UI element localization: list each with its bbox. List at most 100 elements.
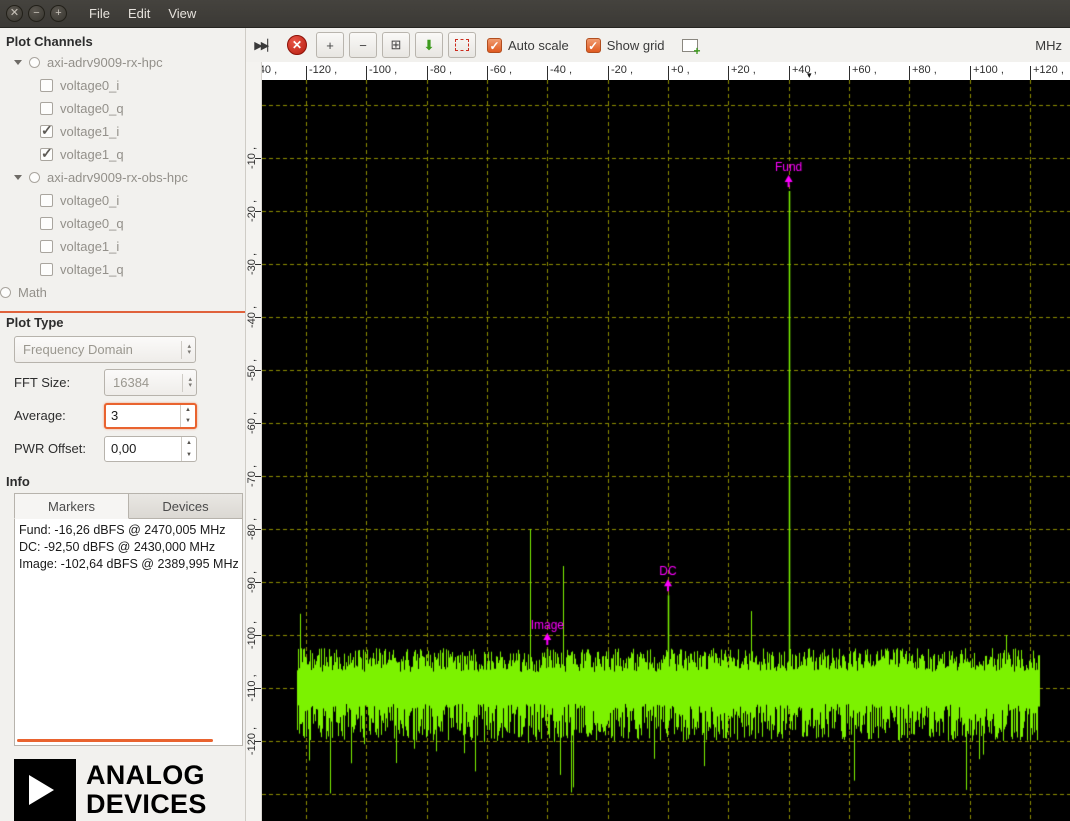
x-tick-mark bbox=[849, 66, 850, 80]
tree-row-voltage1-q[interactable]: voltage1_q bbox=[0, 258, 245, 281]
auto-scale-label: Auto scale bbox=[508, 38, 569, 53]
plot-channels-title: Plot Channels bbox=[6, 34, 245, 49]
marker-readout-line: DC: -92,50 dBFS @ 2430,000 MHz bbox=[19, 539, 238, 556]
y-tick-label: -120 , bbox=[246, 721, 260, 761]
x-axis-marker-indicator[interactable]: ▾ bbox=[807, 70, 812, 80]
pwr-offset-spinbox: ▲▼ bbox=[104, 436, 197, 462]
x-tick-mark bbox=[306, 66, 307, 80]
marker-readout-line: Fund: -16,26 dBFS @ 2470,005 MHz bbox=[19, 522, 238, 539]
spectrum-plot[interactable] bbox=[262, 80, 1070, 821]
close-window-button[interactable]: ✕ bbox=[6, 5, 23, 22]
average-spinbox: ▲▼ bbox=[104, 403, 197, 429]
x-tick-label: +80 , bbox=[912, 64, 937, 76]
tree-row-math[interactable]: Math bbox=[0, 281, 245, 304]
fullscreen-button[interactable] bbox=[448, 32, 476, 58]
stop-capture-button[interactable]: ✕ bbox=[283, 32, 311, 58]
device-radio-icon bbox=[29, 172, 40, 183]
tree-row-axi-adrv9009-rx-hpc[interactable]: axi-adrv9009-rx-hpc bbox=[0, 51, 245, 74]
tree-item-label: voltage1_q bbox=[60, 147, 124, 162]
x-tick-label: -80 , bbox=[430, 64, 452, 76]
y-tick-label: -60 , bbox=[246, 403, 260, 443]
x-tick-label: -60 , bbox=[490, 64, 512, 76]
tree-row-voltage0-i[interactable]: voltage0_i bbox=[0, 74, 245, 97]
channel-checkbox[interactable] bbox=[40, 194, 53, 207]
x-tick-label: +100 , bbox=[973, 64, 1004, 76]
minimize-window-button[interactable]: − bbox=[28, 5, 45, 22]
auto-scale-checkbox[interactable]: ✓ Auto scale bbox=[487, 38, 569, 53]
fft-size-dropdown[interactable]: 16384 ▴▾ bbox=[104, 369, 197, 396]
plot-type-dropdown[interactable]: Frequency Domain ▴▾ bbox=[14, 336, 196, 363]
x-tick-label: -120 , bbox=[309, 64, 337, 76]
tree-row-axi-adrv9009-rx-obs-hpc[interactable]: axi-adrv9009-rx-obs-hpc bbox=[0, 166, 245, 189]
x-tick-mark bbox=[1030, 66, 1031, 80]
tree-row-voltage0-q[interactable]: voltage0_q bbox=[0, 212, 245, 235]
tree-row-voltage0-q[interactable]: voltage0_q bbox=[0, 97, 245, 120]
y-tick-label: -30 , bbox=[246, 244, 260, 284]
titlebar: ✕ − + FileEditView bbox=[0, 0, 1070, 28]
horizontal-scroll-indicator[interactable] bbox=[17, 739, 213, 742]
average-label: Average: bbox=[14, 408, 104, 423]
y-axis-ruler: -10 ,-20 ,-30 ,-40 ,-50 ,-60 ,-70 ,-80 ,… bbox=[246, 62, 262, 821]
plot-type-value: Frequency Domain bbox=[23, 342, 133, 357]
menu-edit[interactable]: Edit bbox=[119, 2, 159, 25]
stop-icon: ✕ bbox=[287, 35, 307, 55]
tree-item-label: voltage0_q bbox=[60, 216, 124, 231]
expander-icon[interactable] bbox=[14, 60, 22, 65]
tree-item-label: voltage1_i bbox=[60, 239, 119, 254]
tree-item-label: voltage0_q bbox=[60, 101, 124, 116]
x-tick-label: +20 , bbox=[731, 64, 756, 76]
channel-checkbox[interactable] bbox=[40, 263, 53, 276]
x-tick-mark bbox=[728, 66, 729, 80]
tree-item-label: axi-adrv9009-rx-hpc bbox=[47, 55, 163, 70]
channel-tree: axi-adrv9009-rx-hpcvoltage0_ivoltage0_qv… bbox=[0, 51, 245, 304]
tree-row-voltage1-i[interactable]: voltage1_i bbox=[0, 120, 245, 143]
tree-row-voltage1-q[interactable]: voltage1_q bbox=[0, 143, 245, 166]
tree-item-label: voltage0_i bbox=[60, 193, 119, 208]
x-tick-label: +120 , bbox=[1033, 64, 1064, 76]
channel-checkbox[interactable] bbox=[40, 217, 53, 230]
zoom-fit-button[interactable]: ⊞ bbox=[382, 32, 410, 58]
menubar: FileEditView bbox=[80, 2, 205, 25]
x-tick-label: +60 , bbox=[852, 64, 877, 76]
pwr-offset-input[interactable] bbox=[111, 441, 169, 456]
dropdown-arrows-icon: ▴▾ bbox=[182, 374, 192, 392]
device-radio-icon bbox=[29, 57, 40, 68]
x-tick-mark bbox=[909, 66, 910, 80]
x-tick-label: -100 , bbox=[369, 64, 397, 76]
new-plot-button[interactable] bbox=[676, 32, 704, 58]
tree-item-label: voltage1_q bbox=[60, 262, 124, 277]
tab-devices[interactable]: Devices bbox=[129, 493, 243, 519]
x-tick-label: -40 , bbox=[550, 64, 572, 76]
maximize-window-button[interactable]: + bbox=[50, 5, 67, 22]
spinner-arrows-icon[interactable]: ▲▼ bbox=[180, 405, 195, 427]
menu-file[interactable]: File bbox=[80, 2, 119, 25]
channel-checkbox[interactable] bbox=[40, 102, 53, 115]
plot-region: ▶▶▏ ✕ + − ⊞ ⬇ ✓ Auto scale ✓ Show grid M… bbox=[246, 28, 1070, 821]
channel-checkbox[interactable] bbox=[40, 148, 53, 161]
y-tick-label: -90 , bbox=[246, 562, 260, 602]
zoom-in-button[interactable]: + bbox=[316, 32, 344, 58]
channel-checkbox[interactable] bbox=[40, 79, 53, 92]
marker-readout-list: Fund: -16,26 dBFS @ 2470,005 MHzDC: -92,… bbox=[19, 522, 238, 573]
tree-row-voltage0-i[interactable]: voltage0_i bbox=[0, 189, 245, 212]
show-grid-checkbox[interactable]: ✓ Show grid bbox=[586, 38, 665, 53]
plot-toolbar: ▶▶▏ ✕ + − ⊞ ⬇ ✓ Auto scale ✓ Show grid M… bbox=[246, 28, 1070, 62]
show-grid-label: Show grid bbox=[607, 38, 665, 53]
x-tick-mark bbox=[487, 66, 488, 80]
x-tick-mark bbox=[427, 66, 428, 80]
expander-icon[interactable] bbox=[14, 175, 22, 180]
tree-row-voltage1-i[interactable]: voltage1_i bbox=[0, 235, 245, 258]
y-tick-label: -20 , bbox=[246, 191, 260, 231]
tab-markers[interactable]: Markers bbox=[14, 493, 129, 519]
channel-checkbox[interactable] bbox=[40, 125, 53, 138]
capture-play-button[interactable]: ▶▶▏ bbox=[250, 32, 278, 58]
save-capture-button[interactable]: ⬇ bbox=[415, 32, 443, 58]
x-tick-mark bbox=[608, 66, 609, 80]
spinner-arrows-icon[interactable]: ▲▼ bbox=[181, 437, 196, 461]
channel-checkbox[interactable] bbox=[40, 240, 53, 253]
fft-size-value: 16384 bbox=[113, 375, 149, 390]
average-input[interactable] bbox=[111, 408, 169, 423]
zoom-out-button[interactable]: − bbox=[349, 32, 377, 58]
menu-view[interactable]: View bbox=[159, 2, 205, 25]
adi-triangle-icon bbox=[14, 759, 76, 821]
